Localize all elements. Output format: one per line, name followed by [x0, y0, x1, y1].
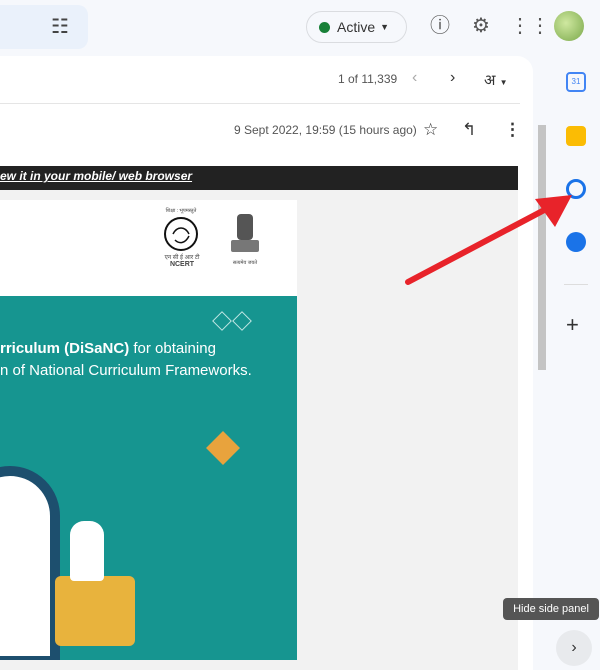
- hide-side-panel-tooltip: Hide side panel: [503, 598, 599, 620]
- national-emblem-icon: [231, 214, 259, 252]
- add-addon-icon[interactable]: +: [566, 312, 579, 338]
- newsletter-banner: rriculum (DiSaNC) for obtaining n of Nat…: [0, 296, 297, 660]
- hide-side-panel-button[interactable]: ›: [556, 630, 592, 666]
- status-dropdown[interactable]: Active ▼: [306, 11, 407, 43]
- status-label: Active: [337, 19, 376, 35]
- message-date: 9 Sept 2022, 19:59 (15 hours ago): [234, 123, 417, 137]
- newsletter-header: शिक्षा : भूपमस्तुते एन सी ई आर टी NCERT …: [0, 200, 297, 296]
- settings-icon[interactable]: ⚙: [469, 14, 493, 38]
- emblem-caption: सत्यमेव जयते: [232, 260, 258, 266]
- headline-rest: for obtaining: [129, 340, 216, 357]
- prev-icon[interactable]: ‹: [412, 69, 417, 87]
- reply-icon[interactable]: ↰: [462, 120, 476, 140]
- calendar-icon[interactable]: 31: [566, 72, 586, 92]
- search-bar[interactable]: [0, 5, 88, 49]
- diamond-outline-icon: [212, 311, 232, 331]
- diamond-icon: [206, 431, 240, 465]
- star-icon[interactable]: ☆: [423, 120, 438, 140]
- person-illustration: [70, 521, 104, 581]
- active-dot-icon: [319, 21, 330, 33]
- input-tools-button[interactable]: अ ▼: [484, 70, 508, 90]
- next-icon[interactable]: ›: [450, 69, 455, 87]
- ncert-hindi: एन सी ई आर टी: [164, 255, 200, 261]
- apps-icon[interactable]: ⋮⋮: [510, 14, 550, 38]
- red-arrow-annotation: [405, 195, 572, 285]
- pager-count: 1 of 11,339: [338, 72, 398, 86]
- help-icon[interactable]: ⓘ: [428, 14, 452, 38]
- keep-icon[interactable]: [566, 126, 586, 146]
- document-illustration: [0, 466, 60, 660]
- headline-bold: rriculum (DiSaNC): [0, 340, 130, 357]
- diamond-outline-icon: [232, 311, 252, 331]
- caret-down-icon: ▼: [380, 22, 390, 32]
- ncert-label: NCERT: [169, 261, 195, 268]
- headline-line2: n of National Curriculum Frameworks.: [0, 362, 252, 379]
- ncert-motto: शिक्षा : भूपमस्तुते: [165, 208, 197, 214]
- ncert-logo-icon: [164, 217, 198, 251]
- avatar[interactable]: [554, 11, 584, 41]
- more-icon[interactable]: ⋮: [504, 120, 521, 140]
- filter-icon[interactable]: ☷: [48, 14, 72, 38]
- coins-illustration: [55, 576, 135, 646]
- divider: [0, 103, 520, 104]
